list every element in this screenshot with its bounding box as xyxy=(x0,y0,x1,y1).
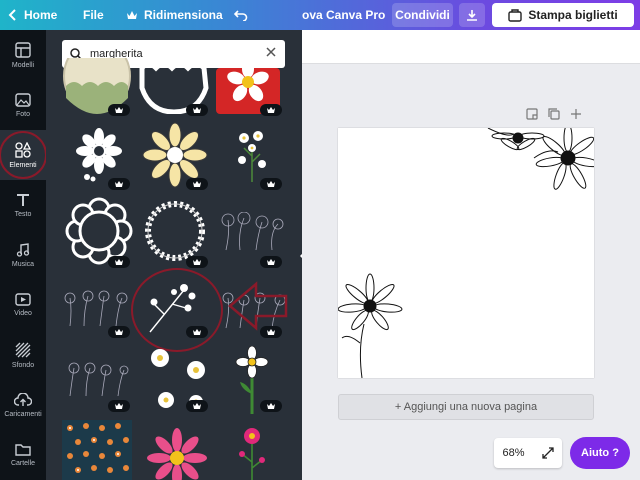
resize-label: Ridimensiona xyxy=(144,8,223,22)
add-new-page-button[interactable]: + Aggiungi una nuova pagina xyxy=(338,394,594,420)
sketch-daisy-field-element[interactable] xyxy=(62,358,132,398)
sketch-daisy-row-element[interactable] xyxy=(62,288,132,328)
file-menu-button[interactable]: File xyxy=(83,0,104,30)
rail-item-uploads[interactable]: Caricamenti xyxy=(0,380,46,430)
background-icon xyxy=(15,342,31,357)
crown-icon xyxy=(267,259,275,265)
zoom-level: 68% xyxy=(502,447,525,459)
pro-crown-badge xyxy=(186,178,208,190)
add-page-label: + Aggiungi una nuova pagina xyxy=(394,401,538,413)
crown-icon xyxy=(115,329,123,335)
daisy-wreath-element[interactable] xyxy=(140,198,210,264)
daisy-bouquet-element[interactable] xyxy=(232,126,272,182)
resize-button[interactable]: Ridimensiona xyxy=(126,0,223,30)
crown-icon xyxy=(115,403,123,409)
daisy-sketch-illustration xyxy=(338,128,594,378)
rail-item-background[interactable]: Sfondo xyxy=(0,330,46,380)
pro-crown-badge xyxy=(108,326,130,338)
crown-icon xyxy=(127,11,137,19)
duplicate-page-icon[interactable] xyxy=(548,108,560,120)
share-label: Condividi xyxy=(395,8,450,22)
rail-label: Video xyxy=(14,310,32,317)
pro-crown-badge xyxy=(260,104,282,116)
try-pro-button[interactable]: ova Canva Pro xyxy=(302,0,385,30)
text-icon xyxy=(17,193,29,206)
pro-crown-badge xyxy=(260,400,282,412)
pink-gerbera-element[interactable] xyxy=(146,428,208,480)
video-icon xyxy=(15,293,31,306)
chevron-left-icon xyxy=(8,9,16,21)
share-button[interactable]: Condividi xyxy=(392,3,453,27)
help-label: Aiuto ? xyxy=(581,447,619,459)
crown-icon xyxy=(115,107,123,113)
upload-icon xyxy=(14,392,32,406)
crown-icon xyxy=(193,259,201,265)
rail-item-photos[interactable]: Foto xyxy=(0,80,46,130)
rail-label: Caricamenti xyxy=(4,410,42,418)
annotation-circle xyxy=(0,131,47,179)
music-icon xyxy=(16,242,30,257)
editor-toolbar xyxy=(302,30,640,64)
crown-icon xyxy=(193,107,201,113)
rail-item-text[interactable]: Testo xyxy=(0,180,46,230)
photo-icon xyxy=(15,92,31,107)
crown-icon xyxy=(193,403,201,409)
rail-item-templates[interactable]: Modelli xyxy=(0,30,46,80)
rail-label: Testo xyxy=(14,210,32,218)
add-page-icon[interactable] xyxy=(570,108,582,120)
rail-label: Foto xyxy=(15,110,30,118)
rail-label: Musica xyxy=(11,260,35,268)
side-navigation: Modelli Foto Elementi Testo Musica Video… xyxy=(0,30,46,480)
pro-crown-badge xyxy=(108,256,130,268)
download-icon xyxy=(467,9,477,21)
crown-icon xyxy=(267,181,275,187)
elements-panel xyxy=(46,30,302,480)
crown-icon xyxy=(267,403,275,409)
close-icon[interactable] xyxy=(265,46,277,58)
download-button[interactable] xyxy=(459,3,485,27)
crown-icon xyxy=(115,181,123,187)
orange-flower-pattern-element[interactable] xyxy=(62,420,132,480)
file-label: File xyxy=(83,8,104,22)
white-daisy-stem-element[interactable] xyxy=(74,125,126,185)
pro-crown-badge xyxy=(186,400,208,412)
pro-crown-badge xyxy=(108,178,130,190)
print-cards-button[interactable]: Stampa biglietti xyxy=(492,3,634,27)
folder-icon xyxy=(15,444,31,456)
rail-label: Sfondo xyxy=(11,361,35,369)
design-page[interactable] xyxy=(338,128,594,378)
undo-button[interactable] xyxy=(234,0,248,30)
pro-crown-badge xyxy=(108,104,130,116)
pink-flower-stem-element[interactable] xyxy=(234,424,270,480)
expand-icon[interactable] xyxy=(541,447,554,459)
rail-item-music[interactable]: Musica xyxy=(0,230,46,280)
annotation-circle xyxy=(131,268,223,352)
pro-crown-badge xyxy=(260,178,282,190)
template-icon xyxy=(15,41,31,58)
crown-icon xyxy=(193,181,201,187)
rail-item-video[interactable]: Video xyxy=(0,280,46,330)
undo-icon xyxy=(234,10,248,21)
help-button[interactable]: Aiuto ? xyxy=(570,437,630,469)
pro-label: ova Canva Pro xyxy=(302,8,386,22)
sketch-daisy-cluster-element[interactable] xyxy=(216,212,286,252)
print-icon xyxy=(508,8,523,22)
home-button[interactable]: Home xyxy=(8,0,57,30)
crown-icon xyxy=(115,259,123,265)
print-label: Stampa biglietti xyxy=(528,8,618,22)
pro-crown-badge xyxy=(108,400,130,412)
rail-label: Cartelle xyxy=(10,460,36,467)
top-toolbar: Home File Ridimensiona ova Canva Pro Con… xyxy=(0,0,640,30)
pro-crown-badge xyxy=(260,256,282,268)
rail-item-folders[interactable]: Cartelle xyxy=(0,430,46,480)
crown-icon xyxy=(267,107,275,113)
pro-crown-badge xyxy=(186,104,208,116)
zoom-control[interactable]: 68% xyxy=(494,438,562,468)
home-label: Home xyxy=(24,8,58,22)
flower-pattern-icon xyxy=(67,423,129,473)
annotation-arrow-icon xyxy=(228,281,288,331)
note-icon[interactable] xyxy=(526,108,538,120)
rail-label: Modelli xyxy=(11,61,35,69)
page-tools xyxy=(526,108,582,120)
